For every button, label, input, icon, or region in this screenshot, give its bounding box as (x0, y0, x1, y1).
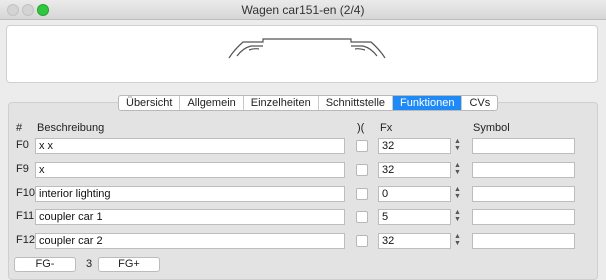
row-label: F10 (16, 187, 35, 199)
stepper-down-icon[interactable]: ▼ (453, 240, 462, 247)
description-field[interactable]: coupler car 1 (35, 209, 345, 225)
fx-field[interactable]: 32 (378, 138, 451, 154)
description-field[interactable]: x (35, 162, 345, 178)
column-header-toggle: )( (357, 122, 365, 134)
fx-stepper[interactable]: ▲ ▼ (453, 186, 462, 201)
stepper-up-icon[interactable]: ▲ (453, 138, 462, 145)
title-bar: Wagen car151-en (2/4) (0, 0, 606, 20)
tab-allgemein[interactable]: Allgemein (180, 96, 244, 110)
fx-field[interactable]: 32 (378, 162, 451, 178)
fx-stepper[interactable]: ▲ ▼ (453, 209, 462, 224)
description-field[interactable]: coupler car 2 (35, 233, 345, 249)
symbol-field[interactable] (472, 138, 575, 154)
symbol-field[interactable] (472, 233, 575, 249)
tab-cvs[interactable]: CVs (462, 96, 497, 110)
stepper-up-icon[interactable]: ▲ (453, 186, 462, 193)
fx-stepper[interactable]: ▲ ▼ (453, 138, 462, 153)
tab-bar: Übersicht Allgemein Einzelheiten Schnitt… (118, 95, 499, 111)
car-outline-image (228, 38, 386, 59)
row-label: F11 (16, 210, 35, 222)
row-label: F12 (16, 234, 35, 246)
column-header-number: # (16, 122, 23, 134)
group-number: 3 (86, 258, 93, 270)
description-field[interactable]: x x (35, 138, 345, 154)
fx-stepper[interactable]: ▲ ▼ (453, 233, 462, 248)
stepper-up-icon[interactable]: ▲ (453, 209, 462, 216)
toggle-checkbox[interactable] (356, 140, 368, 152)
prev-group-button[interactable]: FG- (14, 257, 76, 272)
tab-schnittstelle[interactable]: Schnittstelle (319, 96, 394, 110)
stepper-down-icon[interactable]: ▼ (453, 145, 462, 152)
symbol-field[interactable] (472, 162, 575, 178)
fx-field[interactable]: 5 (378, 209, 451, 225)
toggle-checkbox[interactable] (356, 235, 368, 247)
fx-stepper[interactable]: ▲ ▼ (453, 162, 462, 177)
column-header-fx: Fx (380, 122, 393, 134)
stepper-down-icon[interactable]: ▼ (453, 169, 462, 176)
next-group-button[interactable]: FG+ (98, 257, 160, 272)
symbol-field[interactable] (472, 186, 575, 202)
car-preview (6, 25, 598, 83)
column-header-symbol: Symbol (473, 122, 510, 134)
tab-uebersicht[interactable]: Übersicht (119, 96, 181, 110)
toggle-checkbox[interactable] (356, 211, 368, 223)
fx-field[interactable]: 32 (378, 233, 451, 249)
stepper-up-icon[interactable]: ▲ (453, 233, 462, 240)
tab-einzelheiten[interactable]: Einzelheiten (244, 96, 319, 110)
toggle-checkbox[interactable] (356, 188, 368, 200)
row-label: F0 (16, 139, 29, 151)
stepper-up-icon[interactable]: ▲ (453, 162, 462, 169)
toggle-checkbox[interactable] (356, 164, 368, 176)
column-header-description: Beschreibung (37, 122, 105, 134)
stepper-down-icon[interactable]: ▼ (453, 193, 462, 200)
description-field[interactable]: interior lighting (35, 186, 345, 202)
window-title: Wagen car151-en (2/4) (241, 3, 365, 17)
symbol-field[interactable] (472, 209, 575, 225)
tab-funktionen[interactable]: Funktionen (393, 96, 463, 110)
fx-field[interactable]: 0 (378, 186, 451, 202)
row-label: F9 (16, 163, 29, 175)
stepper-down-icon[interactable]: ▼ (453, 216, 462, 223)
